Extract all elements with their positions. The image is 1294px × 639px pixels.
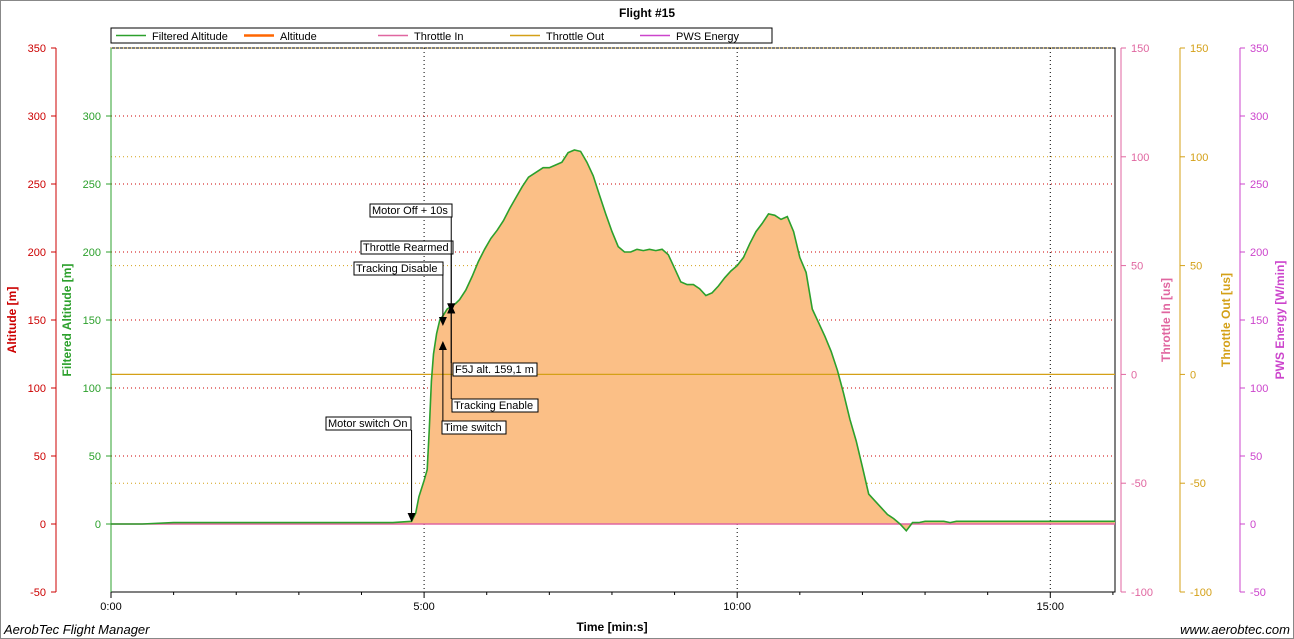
altitude-axis-tick-label: 300	[28, 111, 46, 123]
altitude-axis-tick-label: 200	[28, 247, 46, 259]
filtered-altitude-axis-tick-label: 100	[83, 383, 101, 395]
throttle-out-axis-tick-label: 150	[1190, 43, 1208, 55]
pws-energy-axis-tick-label: 50	[1250, 451, 1262, 463]
altitude-axis-tick-label: 150	[28, 315, 46, 327]
annotation-label: Tracking Disable	[356, 263, 438, 275]
throttle-in-axis-tick-label: -50	[1131, 478, 1147, 490]
filtered-altitude-axis-tick-label: 0	[95, 519, 101, 531]
pws-energy-axis-tick-label: 100	[1250, 383, 1268, 395]
altitude-axis-tick-label: 0	[40, 519, 46, 531]
legend-entry: Throttle In	[414, 31, 464, 43]
altitude-area-layer	[111, 149, 1115, 533]
x-tick-label: 0:00	[100, 601, 121, 613]
throttle-out-axis-tick-label: 50	[1190, 261, 1202, 273]
filtered-altitude-axis-tick-label: 50	[89, 451, 101, 463]
legend-entry: Altitude	[280, 31, 317, 43]
altitude-axis-tick-label: -50	[30, 587, 46, 599]
annotation-label: Time switch	[444, 422, 502, 434]
pws-energy-axis-tick-label: 0	[1250, 519, 1256, 531]
throttle-in-axis-tick-label: 50	[1131, 261, 1143, 273]
pws-energy-axis-tick-label: 200	[1250, 247, 1268, 259]
altitude-axis-label: Altitude [m]	[5, 287, 19, 354]
altitude-axis-tick-label: 100	[28, 383, 46, 395]
annotation-label: Motor switch On	[328, 418, 407, 430]
filtered-altitude-axis-label: Filtered Altitude [m]	[60, 264, 74, 377]
filtered-altitude-axis-tick-label: 250	[83, 179, 101, 191]
x-tick-label: 5:00	[413, 601, 434, 613]
legend-entry: Filtered Altitude	[152, 31, 228, 43]
pws-energy-axis-tick-label: 350	[1250, 43, 1268, 55]
altitude-axis-tick-label: 50	[34, 451, 46, 463]
throttle-in-axis-tick-label: 0	[1131, 369, 1137, 381]
pws-energy-axis-tick-label: 300	[1250, 111, 1268, 123]
legend-entry: Throttle Out	[546, 31, 604, 43]
x-tick-label: 15:00	[1037, 601, 1065, 613]
legend: Filtered Altitude Altitude Throttle In Thro…	[110, 27, 773, 44]
annotation-label: Throttle Rearmed	[363, 242, 449, 254]
footer-left-text: AerobTec Flight Manager	[3, 622, 150, 637]
chart-title: Flight #15	[619, 6, 675, 20]
x-tick-label: 10:00	[723, 601, 751, 613]
pws-energy-axis-tick-label: 150	[1250, 315, 1268, 327]
filtered-altitude-axis-tick-label: 150	[83, 315, 101, 327]
annotation-label: Motor Off + 10s	[372, 205, 448, 217]
throttle-out-axis-tick-label: 100	[1190, 152, 1208, 164]
pws-energy-axis-tick-label: 250	[1250, 179, 1268, 191]
filtered-altitude-axis-tick-label: 300	[83, 111, 101, 123]
altitude-area	[111, 150, 1115, 531]
throttle-out-axis-label: Throttle Out [us]	[1219, 273, 1233, 367]
pws-energy-axis-tick-label: -50	[1250, 587, 1266, 599]
throttle-out-axis-tick-label: 0	[1190, 369, 1196, 381]
filtered-altitude-axis-tick-label: 200	[83, 247, 101, 259]
throttle-out-axis-tick-label: -100	[1190, 587, 1212, 599]
annotation-label: F5J alt. 159,1 m	[455, 364, 534, 376]
altitude-axis-tick-label: 250	[28, 179, 46, 191]
altitude-axis-tick-label: 350	[28, 43, 46, 55]
pws-energy-axis-label: PWS Energy [W/min]	[1273, 261, 1287, 380]
throttle-in-axis-tick-label: 100	[1131, 152, 1149, 164]
throttle-out-axis-tick-label: -50	[1190, 478, 1206, 490]
legend-entry: PWS Energy	[676, 31, 739, 43]
throttle-in-axis-label: Throttle In [us]	[1159, 278, 1173, 362]
x-axis-label: Time [min:s]	[576, 620, 647, 634]
annotation-label: Tracking Enable	[454, 400, 533, 412]
flight-chart: 0:00 5:00 10:00 15:00 350 300 250 200 150 100 50 0 -…	[3, 6, 1290, 637]
throttle-in-axis-tick-label: 150	[1131, 43, 1149, 55]
footer-right-text: www.aerobtec.com	[1180, 622, 1290, 637]
throttle-in-axis-tick-label: -100	[1131, 587, 1153, 599]
